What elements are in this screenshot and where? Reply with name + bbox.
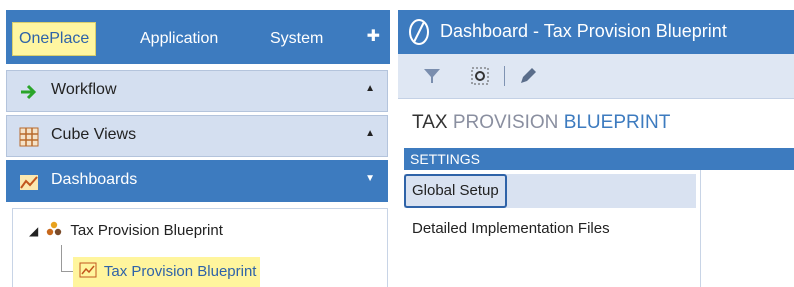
arrow-right-icon [21,84,37,100]
dashboard-title-bar: Dashboard - Tax Provision Blueprint [398,10,794,54]
toolbar-separator [504,66,505,86]
accordion-workflow-label: Workflow [51,81,117,98]
list-item-detailed-implementation-files[interactable]: Detailed Implementation Files [412,220,610,237]
accordion-workflow[interactable]: Workflow ▲ [6,70,388,112]
tab-oneplace[interactable]: OnePlace [12,22,97,56]
list-border [700,170,701,287]
accordion-dashboards[interactable]: Dashboards ▼ [6,160,388,202]
pencil-icon[interactable] [518,66,538,86]
refresh-icon[interactable] [470,66,490,86]
settings-section-header: SETTINGS [404,148,794,170]
tab-system[interactable]: System [270,24,323,54]
left-tab-bar: OnePlace Application System ✚ [6,10,390,64]
tree-connector [61,245,62,271]
dashboard-toolbar [398,54,794,99]
expand-caret-icon[interactable]: ▼ [365,173,375,184]
chart-icon [20,175,38,190]
right-panel: Dashboard - Tax Provision Blueprint TAX … [398,0,794,287]
tab-application[interactable]: Application [140,24,218,54]
dashboard-tree: ◢ Tax Provision Blueprint Tax Provision … [12,208,388,287]
collapse-caret-icon[interactable]: ▲ [365,128,375,139]
filter-icon[interactable] [422,66,442,86]
heading-word-3: BLUEPRINT [563,112,671,133]
dashboard-title: Dashboard - Tax Provision Blueprint [440,21,727,41]
accordion-cube-views[interactable]: Cube Views ▲ [6,115,388,157]
heading-word-1: TAX [412,112,448,133]
left-panel: OnePlace Application System ✚ Workflow ▲… [0,0,392,287]
accordion-dashboards-label: Dashboards [51,171,138,188]
heading-word-2: PROVISION [452,112,559,133]
grid-icon [19,127,39,147]
accordion-cube-views-label: Cube Views [51,126,137,143]
collapse-caret-icon[interactable]: ▲ [365,83,375,94]
group-icon [47,221,62,236]
tree-item-parent[interactable]: ◢ Tax Provision Blueprint [29,221,223,239]
expand-triangle-icon[interactable]: ◢ [29,224,38,238]
tree-item-child-selected[interactable]: Tax Provision Blueprint [73,257,261,287]
tree-item-child-label: Tax Provision Blueprint [103,263,257,280]
onestream-logo-icon [409,19,429,45]
dashboard-chart-icon [79,262,97,278]
list-item-label: Global Setup [404,174,507,208]
page-heading: TAX PROVISION BLUEPRINT [412,112,670,134]
pin-icon[interactable]: ✚ [367,26,380,46]
settings-list: Global Setup Detailed Implementation Fil… [404,170,700,287]
tree-connector [61,271,73,272]
list-item-global-setup[interactable]: Global Setup [404,174,696,208]
tree-item-parent-label: Tax Provision Blueprint [70,222,223,239]
